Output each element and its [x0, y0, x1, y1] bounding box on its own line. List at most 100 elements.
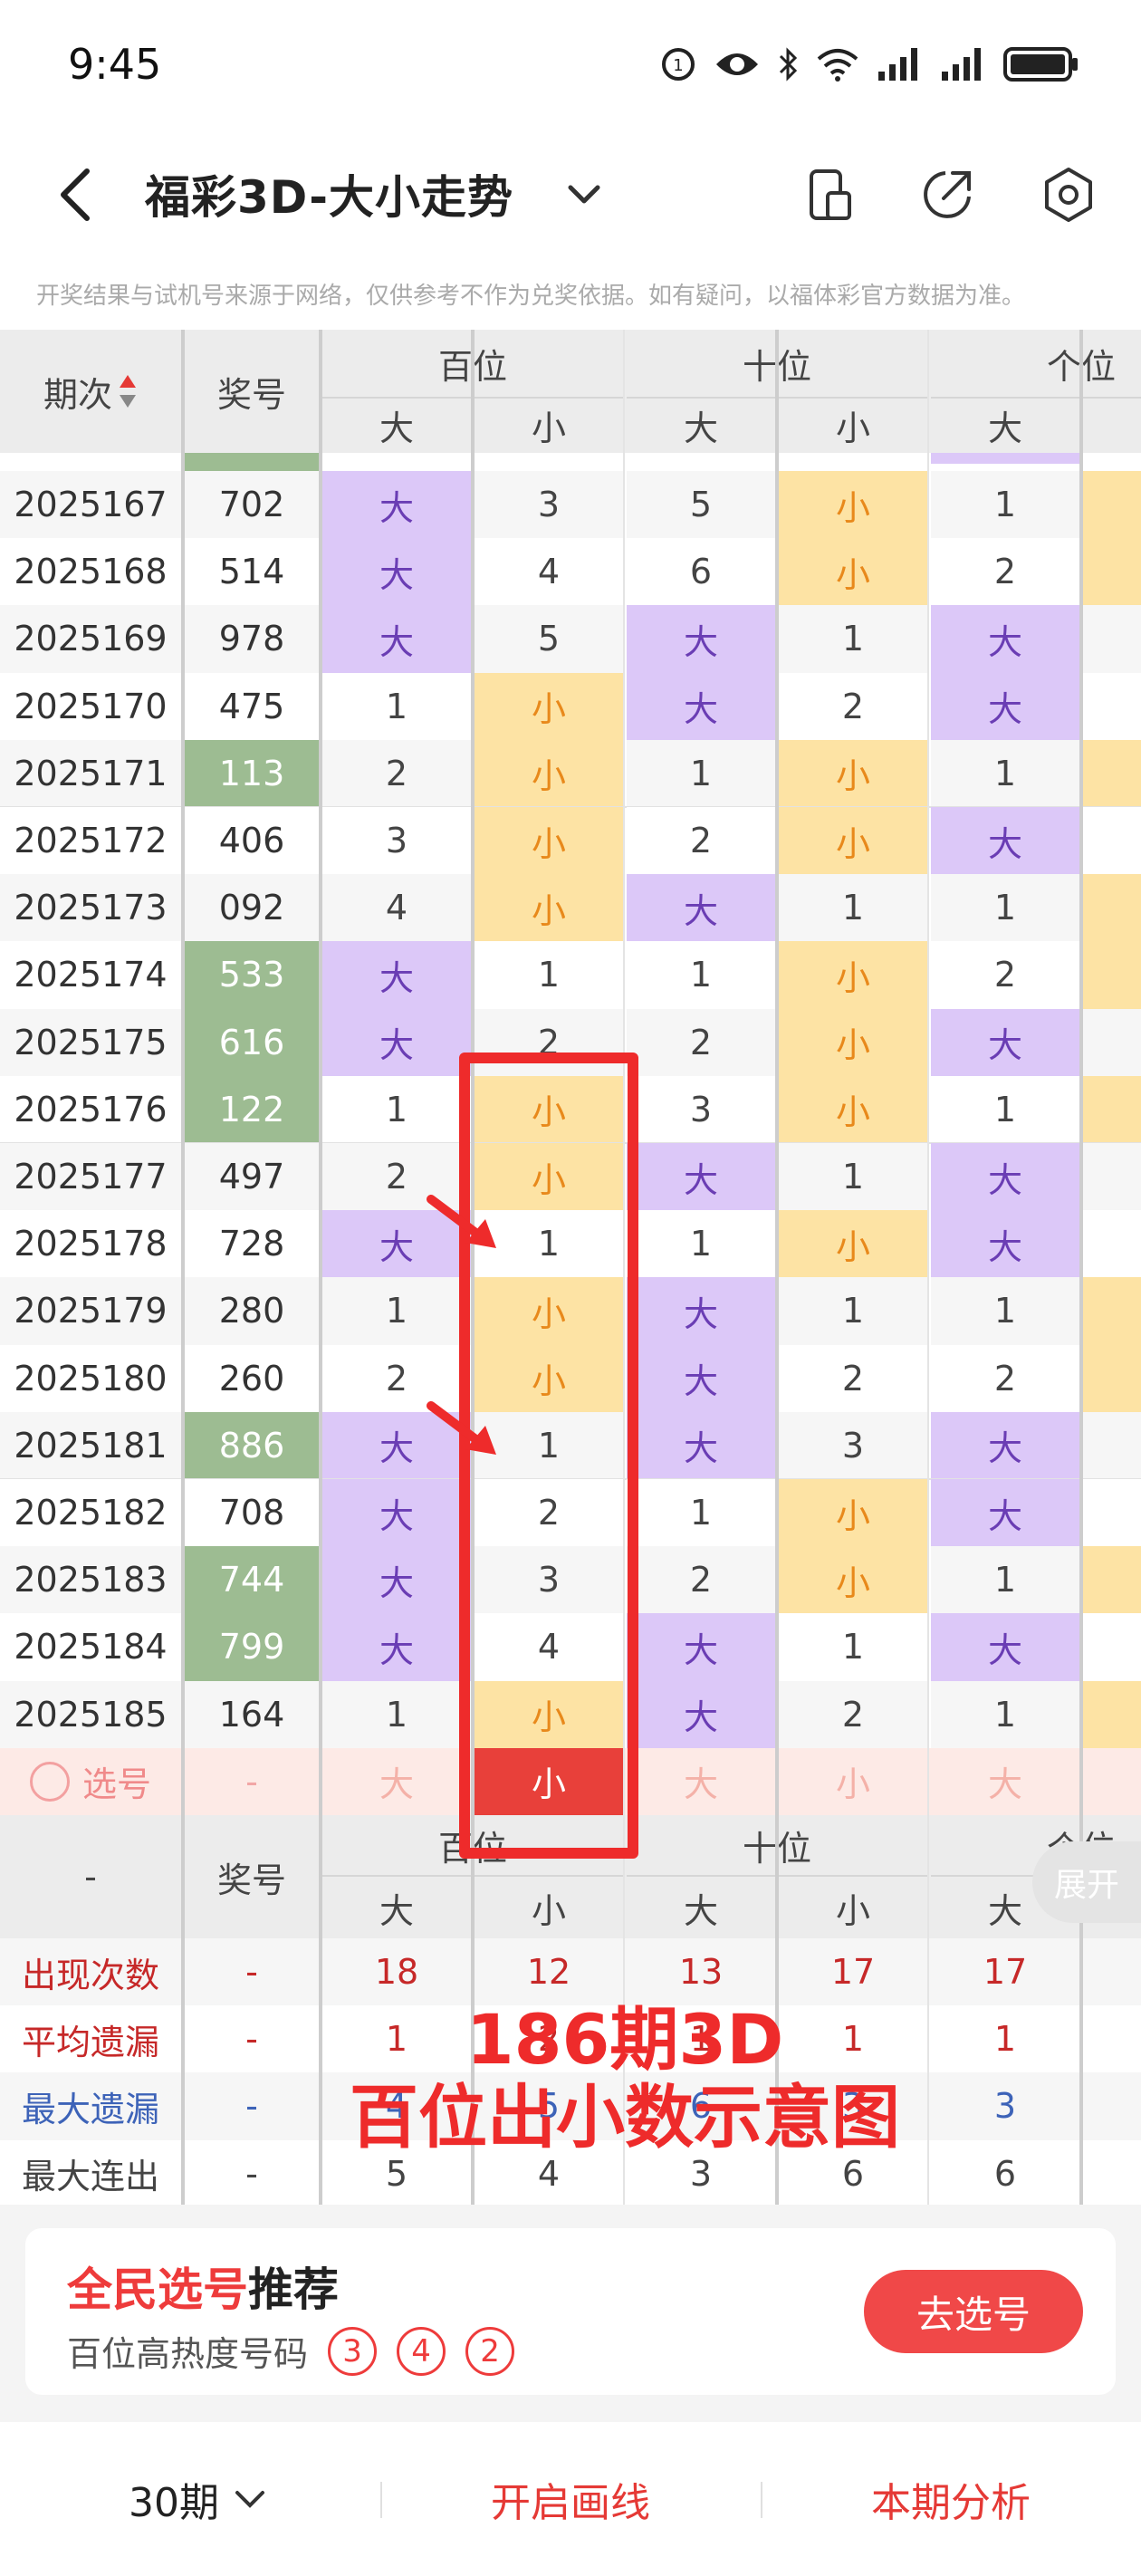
trend-cell[interactable]: 大 [931, 1143, 1079, 1211]
trend-cell[interactable]: 大 [322, 941, 471, 1009]
trend-cell[interactable]: 6 [627, 538, 775, 606]
trend-cell[interactable]: 1 [322, 1075, 471, 1143]
trend-cell[interactable]: 大 [627, 1613, 775, 1681]
trend-cell[interactable]: 小 [475, 739, 623, 807]
expand-button[interactable]: 展开 [1032, 1841, 1141, 1923]
trend-table[interactable]: 期次奖号百位大小十位大小个位大小2025167702大35小1202516851… [0, 330, 1141, 2205]
draw-line-button[interactable]: 开启画线 [435, 2422, 706, 2576]
trend-cell[interactable]: 大 [931, 605, 1079, 673]
trend-cell[interactable]: 大 [627, 1277, 775, 1345]
trend-cell[interactable]: 1 [322, 1277, 471, 1345]
trend-cell[interactable]: 1 [931, 1546, 1079, 1614]
trend-cell[interactable]: 1 [779, 874, 927, 942]
trend-cell[interactable]: 2 [627, 1546, 775, 1614]
trend-cell[interactable]: 2 [931, 538, 1079, 606]
trend-cell[interactable]: 1 [627, 941, 775, 1009]
trend-cell[interactable]: 小 [779, 1075, 927, 1143]
phone-layout-icon[interactable] [801, 166, 858, 224]
trend-cell[interactable]: 1 [627, 1210, 775, 1278]
pick-cell[interactable]: 大 [931, 1748, 1079, 1815]
trend-cell[interactable]: 大 [322, 1008, 471, 1076]
trend-cell[interactable]: 2 [627, 1008, 775, 1076]
pick-cell[interactable]: 大 [322, 1748, 471, 1815]
trend-cell[interactable]: 大 [322, 538, 471, 606]
trend-cell[interactable]: 1 [931, 1075, 1079, 1143]
back-icon[interactable] [54, 166, 100, 224]
trend-cell[interactable]: 小 [779, 941, 927, 1009]
trend-cell[interactable]: 大 [322, 605, 471, 673]
pick-cell[interactable]: 大 [627, 1748, 775, 1815]
trend-cell[interactable]: 2 [931, 1344, 1079, 1412]
trend-cell[interactable]: 1 [779, 1143, 927, 1211]
chevron-down-icon[interactable] [561, 177, 607, 213]
trend-cell[interactable]: 大 [627, 1143, 775, 1211]
trend-cell[interactable]: 1 [627, 1479, 775, 1547]
trend-cell[interactable]: 小 [475, 874, 623, 942]
trend-cell[interactable]: 1 [931, 739, 1079, 807]
trend-cell[interactable]: 3 [322, 807, 471, 875]
trend-cell[interactable]: 大 [931, 672, 1079, 740]
trend-cell[interactable]: 小 [779, 538, 927, 606]
trend-cell[interactable]: 3 [475, 471, 623, 539]
trend-cell[interactable]: 1 [779, 1277, 927, 1345]
trend-cell[interactable]: 小 [779, 807, 927, 875]
trend-cell[interactable]: 小 [475, 672, 623, 740]
trend-cell[interactable]: 大 [931, 1613, 1079, 1681]
trend-cell[interactable]: 1 [779, 1613, 927, 1681]
trend-cell[interactable]: 3 [779, 1411, 927, 1479]
trend-cell[interactable]: 大 [931, 1008, 1079, 1076]
trend-cell[interactable]: 1 [931, 1680, 1079, 1748]
trend-cell[interactable]: 大 [322, 1546, 471, 1614]
trend-cell[interactable]: 1 [322, 672, 471, 740]
column-header-issue[interactable]: 期次 [0, 330, 181, 453]
trend-cell[interactable]: 1 [931, 471, 1079, 539]
trend-cell[interactable]: 4 [475, 538, 623, 606]
trend-cell[interactable]: 大 [627, 1680, 775, 1748]
trend-cell[interactable]: 2 [931, 941, 1079, 1009]
trend-cell[interactable]: 大 [322, 471, 471, 539]
trend-cell[interactable]: 大 [931, 1479, 1079, 1547]
share-icon[interactable] [918, 166, 976, 224]
trend-cell[interactable]: 2 [322, 739, 471, 807]
trend-cell[interactable]: 小 [779, 1008, 927, 1076]
trend-cell[interactable]: 3 [627, 1075, 775, 1143]
trend-cell[interactable]: 大 [627, 1344, 775, 1412]
pick-row-label[interactable]: 选号 [0, 1748, 181, 1815]
trend-cell[interactable]: 4 [322, 874, 471, 942]
settings-icon[interactable] [1040, 166, 1098, 224]
pick-cell[interactable]: 小 [779, 1748, 927, 1815]
period-selector[interactable]: 30期 [72, 2422, 326, 2576]
trend-cell[interactable]: 大 [627, 1411, 775, 1479]
trend-cell[interactable]: 1 [931, 1277, 1079, 1345]
trend-cell[interactable]: 5 [627, 471, 775, 539]
trend-cell[interactable]: 1 [475, 941, 623, 1009]
trend-cell[interactable]: 小 [475, 807, 623, 875]
trend-cell[interactable]: 大 [627, 672, 775, 740]
trend-cell[interactable]: 大 [931, 807, 1079, 875]
trend-cell[interactable]: 大 [627, 874, 775, 942]
analysis-button[interactable]: 本期分析 [815, 2422, 1087, 2576]
trend-cell[interactable]: 大 [931, 1210, 1079, 1278]
trend-cell[interactable]: 大 [322, 1479, 471, 1547]
trend-cell[interactable]: 小 [779, 1479, 927, 1547]
trend-cell[interactable]: 1 [322, 1680, 471, 1748]
trend-cell[interactable]: 2 [779, 1680, 927, 1748]
trend-cell[interactable]: 小 [779, 1210, 927, 1278]
radio-circle-icon[interactable] [29, 1761, 70, 1802]
trend-cell[interactable]: 小 [779, 471, 927, 539]
trend-cell[interactable]: 小 [779, 1546, 927, 1614]
trend-cell[interactable]: 2 [779, 1344, 927, 1412]
trend-cell[interactable]: 大 [627, 605, 775, 673]
trend-cell[interactable]: 1 [779, 605, 927, 673]
trend-cell[interactable]: 1 [931, 874, 1079, 942]
trend-cell[interactable]: 2 [779, 672, 927, 740]
page-title[interactable]: 福彩3D-大小走势 [145, 161, 513, 226]
sort-icon[interactable] [118, 373, 138, 409]
trend-cell[interactable]: 大 [322, 1613, 471, 1681]
trend-cell[interactable]: 1 [627, 739, 775, 807]
trend-cell[interactable]: 2 [627, 807, 775, 875]
go-pick-button[interactable]: 去选号 [864, 2270, 1083, 2353]
trend-cell[interactable]: 大 [931, 1411, 1079, 1479]
trend-cell[interactable]: 5 [475, 605, 623, 673]
trend-cell[interactable]: 小 [779, 739, 927, 807]
